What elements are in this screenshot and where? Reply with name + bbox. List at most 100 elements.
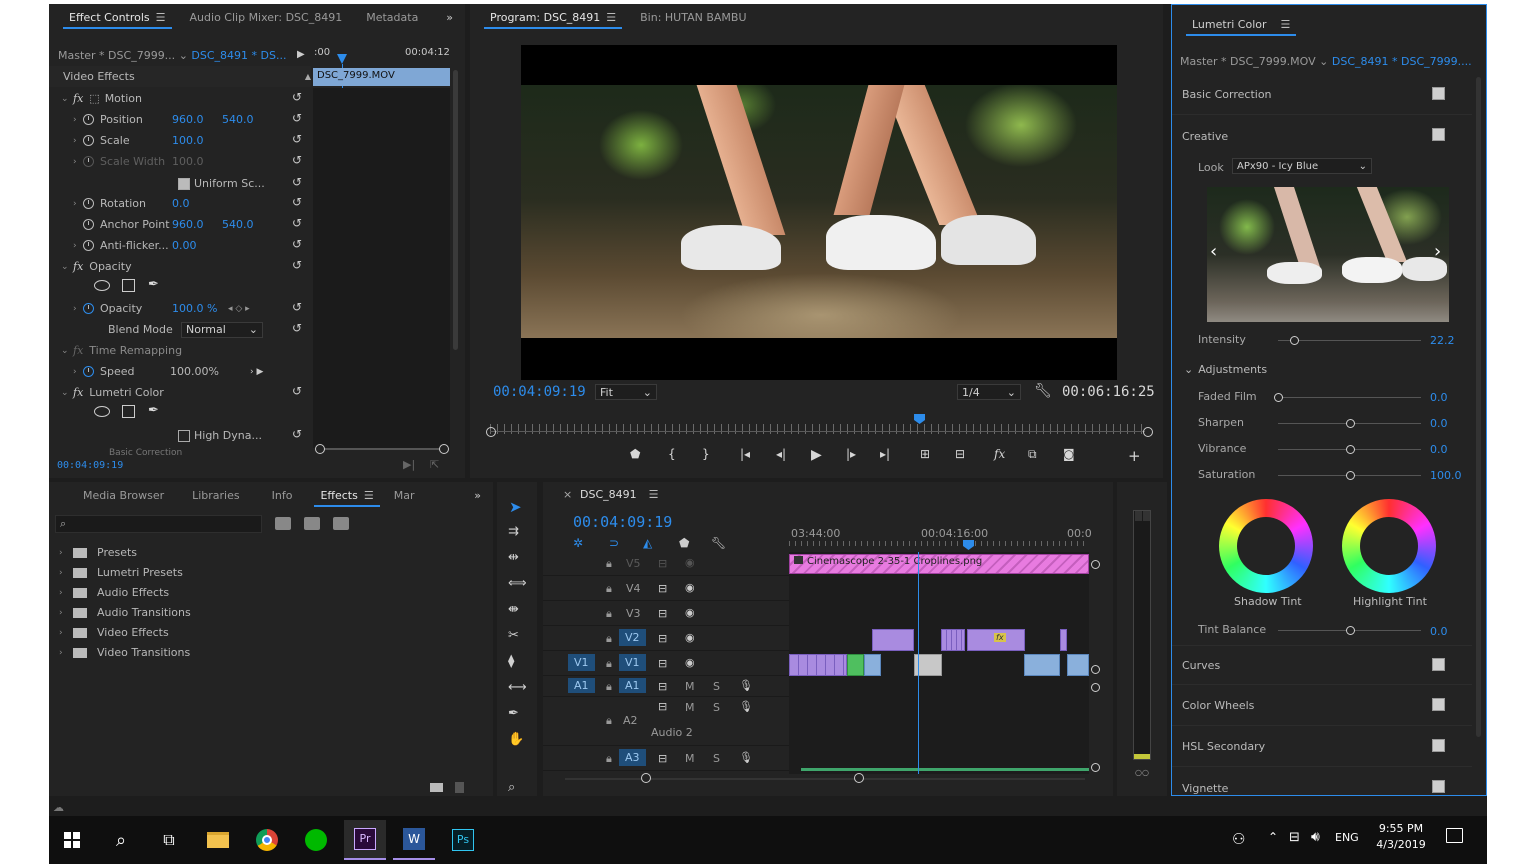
fit-select[interactable]: Fit ⌄ <box>595 384 657 400</box>
faded-film-value[interactable]: 0.0 <box>1430 391 1448 404</box>
antiflicker-value[interactable]: 0.00 <box>172 239 197 252</box>
v2-clip[interactable] <box>1060 629 1067 651</box>
faded-film-knob[interactable] <box>1274 393 1283 402</box>
tab-markers[interactable]: Mar <box>386 482 423 510</box>
faded-film-slider[interactable] <box>1278 397 1421 398</box>
language-indicator[interactable]: ENG <box>1335 831 1359 844</box>
saturation-knob[interactable] <box>1345 471 1355 480</box>
program-playhead[interactable] <box>914 414 926 424</box>
reset-icon[interactable]: ↺ <box>292 90 302 104</box>
ellipse-mask-icon[interactable] <box>94 406 110 417</box>
folder-audio-effects[interactable]: › Audio Effects <box>49 582 169 603</box>
mute-button[interactable]: M <box>685 680 695 693</box>
network-icon[interactable]: ⊟ <box>1289 830 1300 845</box>
zoom-handle-right[interactable] <box>854 773 864 783</box>
eye-icon[interactable]: ◉ <box>685 631 695 644</box>
lock-icon[interactable]: 🔒︎ <box>606 632 612 646</box>
intensity-knob[interactable] <box>1289 336 1299 345</box>
anchor-y-value[interactable]: 540.0 <box>222 218 254 231</box>
high-dynamic-row[interactable]: High Dyna... <box>49 425 262 446</box>
creative-checkbox[interactable] <box>1432 128 1445 141</box>
rolling-edit-tool-icon[interactable]: ⟺ <box>508 576 527 591</box>
timeline-playhead-marker[interactable] <box>963 540 974 550</box>
uniform-scale-row[interactable]: Uniform Sc... <box>49 173 265 194</box>
ec-playhead-marker[interactable] <box>337 54 347 64</box>
yuv-effects-icon[interactable] <box>333 517 349 530</box>
shadow-tint-wheel[interactable] <box>1219 499 1313 593</box>
eye-icon[interactable]: ◉ <box>685 606 695 619</box>
lock-icon[interactable]: 🔒︎ <box>606 607 612 621</box>
expand-icon[interactable]: › <box>73 115 83 125</box>
windows-start-icon[interactable] <box>51 820 93 860</box>
anchor-x-value[interactable]: 960.0 <box>172 218 222 231</box>
basic-correction-row[interactable]: Basic Correction <box>109 448 182 456</box>
play-only-icon[interactable]: ▶ <box>297 49 305 60</box>
source-patch-a1[interactable]: A1 <box>568 678 595 693</box>
sync-lock-icon[interactable]: ⊟ <box>658 657 667 670</box>
sharpen-value[interactable]: 0.0 <box>1430 417 1448 430</box>
effects-search-input[interactable]: ⌕ <box>55 515 262 533</box>
reset-icon[interactable]: ↺ <box>292 216 302 230</box>
go-to-in-icon[interactable]: |◂ <box>740 447 750 461</box>
mark-in-icon[interactable]: { <box>668 447 676 461</box>
pen-mask-icon[interactable]: ✒ <box>148 277 159 292</box>
sync-lock-icon[interactable]: ⊟ <box>658 700 667 713</box>
stopwatch-icon[interactable] <box>83 219 94 230</box>
v2-clip[interactable] <box>941 629 965 651</box>
tab-program[interactable]: Program: DSC_8491 ☰ <box>478 4 628 32</box>
stopwatch-icon[interactable] <box>83 303 94 314</box>
look-next-icon[interactable]: › <box>1434 241 1441 262</box>
ec-timecode[interactable]: 00:04:09:19 <box>57 460 123 471</box>
clock[interactable]: 9:55 PM 4/3/2019 <box>1375 822 1427 851</box>
32bit-effects-icon[interactable] <box>304 517 320 530</box>
premiere-icon[interactable]: Pr <box>344 820 386 860</box>
word-icon[interactable]: W <box>393 820 435 860</box>
color-wheels-checkbox[interactable] <box>1432 698 1445 711</box>
tab-audio-clip-mixer[interactable]: Audio Clip Mixer: DSC_8491 <box>178 4 355 32</box>
reset-icon[interactable]: ↺ <box>292 321 302 335</box>
zoom-tool-icon[interactable]: ⌕ <box>508 780 515 795</box>
expand-icon[interactable]: › <box>73 304 83 314</box>
keyframe-nav-icon[interactable]: ◂ ◇ ▸ <box>228 304 250 314</box>
eye-icon[interactable]: ◉ <box>685 581 695 594</box>
linked-selection-icon[interactable]: ⊃ <box>609 536 619 550</box>
photoshop-icon[interactable]: Ps <box>442 820 484 860</box>
expand-icon[interactable]: › <box>73 367 83 377</box>
search-icon[interactable]: ⌕ <box>100 820 142 860</box>
selection-tool-icon[interactable]: ➤ <box>509 498 522 516</box>
stopwatch-icon[interactable] <box>83 135 94 146</box>
scrub-start-handle[interactable] <box>486 427 496 437</box>
lumetri-effect-row[interactable]: ⌄ fx Lumetri Color <box>49 382 164 403</box>
export-frame-icon[interactable]: ⇱ <box>430 458 439 471</box>
tab-info[interactable]: Info <box>256 482 309 510</box>
track-end-handle[interactable] <box>1091 683 1100 692</box>
blend-mode-select[interactable]: Normal ⌄ <box>181 321 263 338</box>
folder-video-effects[interactable]: › Video Effects <box>49 622 169 643</box>
lift-icon[interactable]: ⊞ <box>920 447 930 461</box>
fx-icon[interactable]: fx <box>73 260 83 273</box>
reset-icon[interactable]: ↺ <box>292 111 302 125</box>
intensity-slider[interactable] <box>1278 340 1421 341</box>
intensity-value[interactable]: 22.2 <box>1430 334 1455 347</box>
expand-icon[interactable]: › <box>73 241 83 251</box>
folder-lumetri-presets[interactable]: › Lumetri Presets <box>49 562 183 583</box>
hsl-secondary-section[interactable]: HSL Secondary <box>1172 727 1472 767</box>
tab-lumetri-color[interactable]: Lumetri Color ☰ <box>1180 11 1302 39</box>
curves-section[interactable]: Curves <box>1172 645 1472 685</box>
ec-zoom-bar[interactable] <box>320 448 445 450</box>
v1-clip[interactable] <box>1024 654 1060 676</box>
time-remapping-row[interactable]: ⌄ fx Time Remapping <box>49 340 182 361</box>
panel-overflow-icon[interactable]: » <box>434 4 465 32</box>
stopwatch-icon[interactable] <box>83 366 94 377</box>
look-prev-icon[interactable]: ‹ <box>1210 241 1217 262</box>
lock-icon[interactable]: 🔒︎ <box>606 714 612 728</box>
zoom-handle-left[interactable] <box>315 444 325 454</box>
rate-stretch-tool-icon[interactable]: ⇼ <box>508 602 519 617</box>
collapse-icon[interactable]: ⌄ <box>61 388 71 398</box>
zoom-handle-right[interactable] <box>439 444 449 454</box>
step-forward-icon[interactable]: |▸ <box>846 447 856 461</box>
stopwatch-icon[interactable] <box>83 198 94 209</box>
lock-icon[interactable]: 🔒︎ <box>606 752 612 766</box>
sync-lock-icon[interactable]: ⊟ <box>658 557 667 570</box>
motion-row[interactable]: ⌄ fx ⬚ Motion <box>49 88 142 109</box>
